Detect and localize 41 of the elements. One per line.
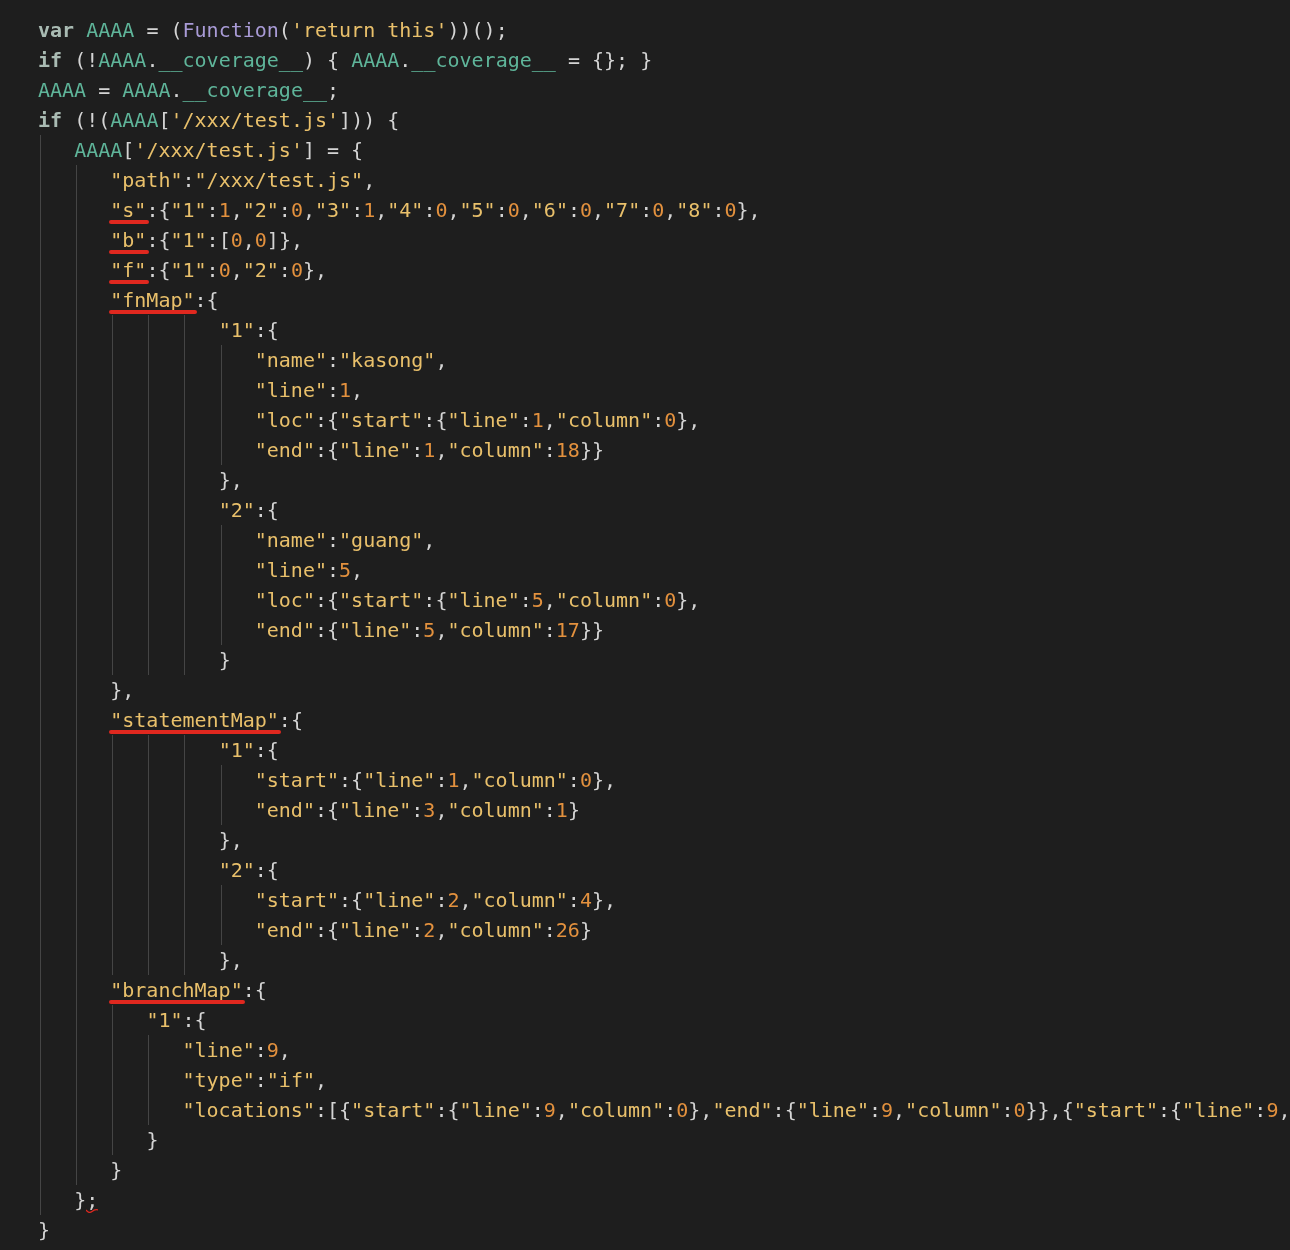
code-line: "statementMap":{ xyxy=(109,707,303,734)
code-line: } xyxy=(145,1127,159,1154)
code-line: "loc":{"start":{"line":5,"column":0}, xyxy=(253,587,701,614)
code-line: if (!AAAA.__coverage__) { AAAA.__coverage__ = {}; } xyxy=(38,47,653,74)
code-line: }; xyxy=(73,1187,99,1214)
code-line: "name":"kasong", xyxy=(253,347,448,374)
code-line: "2":{ xyxy=(217,857,279,884)
code-line: "1":{ xyxy=(217,317,279,344)
code-line: "f":{"1":0,"2":0}, xyxy=(109,257,328,284)
code-line: }, xyxy=(109,677,135,704)
code-line: "name":"guang", xyxy=(253,527,436,554)
code-line: var AAAA = (Function('return this'))(); xyxy=(38,17,508,44)
code-line: "locations":[{"start":{"line":9,"column":0},"end":{"line":9,"column":0}},{"start":{"line":9, xyxy=(181,1097,1290,1124)
code-line: "start":{"line":2,"column":4}, xyxy=(253,887,617,914)
code-line: "loc":{"start":{"line":1,"column":0}, xyxy=(253,407,701,434)
code-line: "line":5, xyxy=(253,557,364,584)
code-line: } xyxy=(109,1157,123,1184)
code-line: "2":{ xyxy=(217,497,279,524)
code-line: }, xyxy=(217,947,243,974)
code-line: "end":{"line":3,"column":1} xyxy=(253,797,580,824)
code-line: "branchMap":{ xyxy=(109,977,267,1004)
code-line: }, xyxy=(217,467,243,494)
code-line: "line":9, xyxy=(181,1037,291,1064)
code-line: "1":{ xyxy=(145,1007,207,1034)
code-line: "fnMap":{ xyxy=(109,287,219,314)
code-line: "1":{ xyxy=(217,737,279,764)
code-line: "line":1, xyxy=(253,377,364,404)
code-line: } xyxy=(217,647,231,674)
code-line: "b":{"1":[0,0]}, xyxy=(109,227,303,254)
code-line: AAAA = AAAA.__coverage__; xyxy=(38,77,340,104)
code-line: }, xyxy=(217,827,243,854)
code-line: AAAA['/xxx/test.js'] = { xyxy=(73,137,364,164)
code-line: "type":"if", xyxy=(181,1067,327,1094)
code-line: "path":"/xxx/test.js", xyxy=(109,167,376,194)
code-line: if (!(AAAA['/xxx/test.js'])) { xyxy=(38,107,400,134)
code-line: "s":{"1":1,"2":0,"3":1,"4":0,"5":0,"6":0,"7":0,"8":0}, xyxy=(109,197,761,224)
code-line: "start":{"line":1,"column":0}, xyxy=(253,767,617,794)
code-line: "end":{"line":5,"column":17}} xyxy=(253,617,604,644)
code-line: } xyxy=(38,1217,51,1244)
code-line: "end":{"line":2,"column":26} xyxy=(253,917,592,944)
code-line: "end":{"line":1,"column":18}} xyxy=(253,437,604,464)
